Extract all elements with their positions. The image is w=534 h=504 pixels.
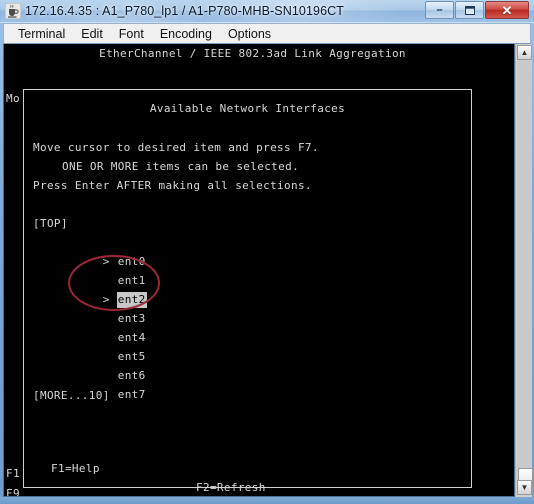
close-icon: ✕ <box>501 2 513 18</box>
terminal-text-buffer: EtherChannel / IEEE 802.3ad Link Aggrega… <box>4 44 501 497</box>
scroll-up-button[interactable]: ▲ <box>517 45 532 60</box>
list-item-ent4[interactable]: ent4 <box>33 314 147 344</box>
list-item-ent1[interactable]: ent1 <box>33 257 147 287</box>
background-text-f9: F9 <box>6 487 20 497</box>
title-bar[interactable]: 172.16.4.35 : A1_P780_lp1 / A1-P780-MHB-… <box>0 0 534 23</box>
list-item-ent0[interactable]: > ent0 <box>33 238 147 268</box>
vertical-scrollbar[interactable]: ▲ ▼ <box>515 44 533 497</box>
window-title: 172.16.4.35 : A1_P780_lp1 / A1-P780-MHB-… <box>25 4 344 18</box>
fkey-f1-help[interactable]: F1=Help <box>51 459 100 479</box>
minimize-icon: – <box>436 3 443 16</box>
minimize-button[interactable]: – <box>425 1 454 19</box>
list-item-ent2[interactable]: > ent2 <box>33 276 147 308</box>
top-marker: [TOP] <box>33 217 68 230</box>
list-item-ent7[interactable]: ent7 <box>33 371 147 401</box>
maximize-icon <box>456 2 483 18</box>
chevron-up-icon: ▲ <box>520 47 529 57</box>
terminal-screen[interactable]: EtherChannel / IEEE 802.3ad Link Aggrega… <box>3 44 515 497</box>
available-network-interfaces-dialog: Available Network Interfaces Move cursor… <box>23 89 472 494</box>
menu-item-font[interactable]: Font <box>111 25 152 43</box>
instruction-line-3: Press Enter AFTER making all selections. <box>33 179 312 192</box>
window-bottom-border <box>0 497 534 504</box>
list-item-ent6[interactable]: ent6 <box>33 352 147 382</box>
background-text-mo: Mo <box>6 92 20 105</box>
menu-item-terminal[interactable]: Terminal <box>10 25 73 43</box>
background-text-f1: F1 <box>6 467 20 480</box>
scroll-down-button[interactable]: ▼ <box>517 480 532 495</box>
scrollbar-track[interactable] <box>517 60 533 494</box>
menu-item-encoding[interactable]: Encoding <box>152 25 220 43</box>
application-window: 172.16.4.35 : A1_P780_lp1 / A1-P780-MHB-… <box>0 0 534 504</box>
list-item-ent5[interactable]: ent5 <box>33 333 147 363</box>
function-key-row: F1=Help F2=Refresh F3=Cancel <box>33 439 463 494</box>
instruction-line-2: ONE OR MORE items can be selected. <box>62 160 300 173</box>
java-coffee-cup-icon <box>4 2 22 20</box>
dialog-title: Available Network Interfaces <box>149 102 346 115</box>
list-item-ent3[interactable]: ent3 <box>33 295 147 325</box>
close-button[interactable]: ✕ <box>485 1 529 19</box>
screen-header-line: EtherChannel / IEEE 802.3ad Link Aggrega… <box>99 47 406 60</box>
function-key-legend: F1=Help F2=Refresh F3=Cancel F7=Select F… <box>33 401 463 496</box>
instruction-line-1: Move cursor to desired item and press F7… <box>33 141 319 154</box>
menu-item-edit[interactable]: Edit <box>73 25 111 43</box>
chevron-down-icon: ▼ <box>520 482 529 492</box>
menu-bar: Terminal Edit Font Encoding Options <box>3 23 531 44</box>
maximize-button[interactable] <box>455 1 484 19</box>
menu-item-options[interactable]: Options <box>220 25 279 43</box>
fkey-f2-refresh[interactable]: F2=Refresh <box>196 478 266 496</box>
